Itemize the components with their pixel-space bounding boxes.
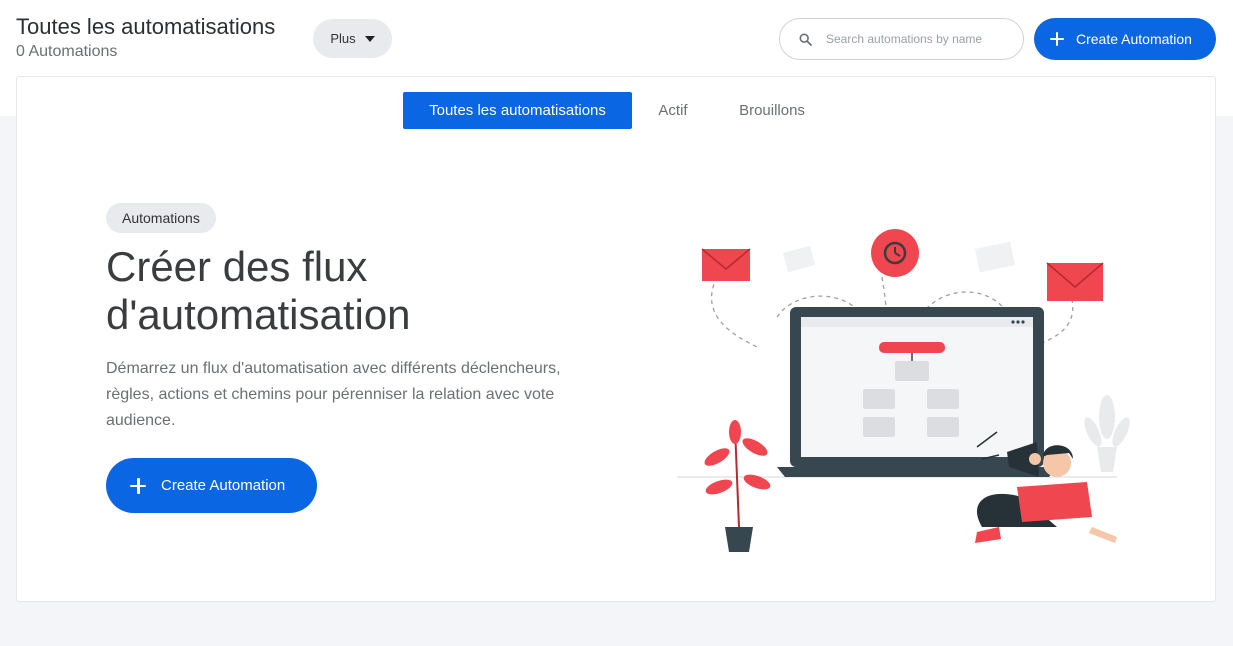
tab-bar: Toutes les automatisations Actif Brouill… [403,92,830,129]
tab-active[interactable]: Actif [632,92,714,129]
empty-state-description: Démarrez un flux d'automatisation avec d… [106,360,561,429]
page-title: Toutes les automatisations [16,14,276,39]
clock-icon [871,229,919,277]
create-automation-label: Create Automation [1076,31,1192,47]
search-box[interactable] [779,18,1024,60]
tab-drafts[interactable]: Brouillons [714,92,830,129]
more-button-label: Plus [330,31,356,46]
tab-all-automations[interactable]: Toutes les automatisations [403,92,632,129]
automation-illustration [677,229,1130,552]
automation-count: 0 Automations [16,43,118,60]
create-automation-hero-button[interactable]: Create Automation [106,458,317,513]
search-icon [799,32,812,46]
create-automation-hero-label: Create Automation [161,477,286,494]
plus-icon [130,477,146,494]
more-dropdown-button[interactable]: Plus [313,19,392,58]
create-automation-button[interactable]: Create Automation [1034,18,1216,60]
caret-down-icon [364,35,375,42]
plant-illustration [1084,395,1130,472]
search-input[interactable] [826,32,1011,46]
empty-state-title: Créer des flux d'automatisation [106,243,411,338]
plant-illustration [704,420,771,552]
section-badge: Automations [106,203,216,233]
mail-icon [1046,262,1104,301]
plus-icon [1050,32,1064,46]
automations-card: Toutes les automatisations Actif Brouill… [16,76,1216,602]
mail-icon [701,248,751,281]
